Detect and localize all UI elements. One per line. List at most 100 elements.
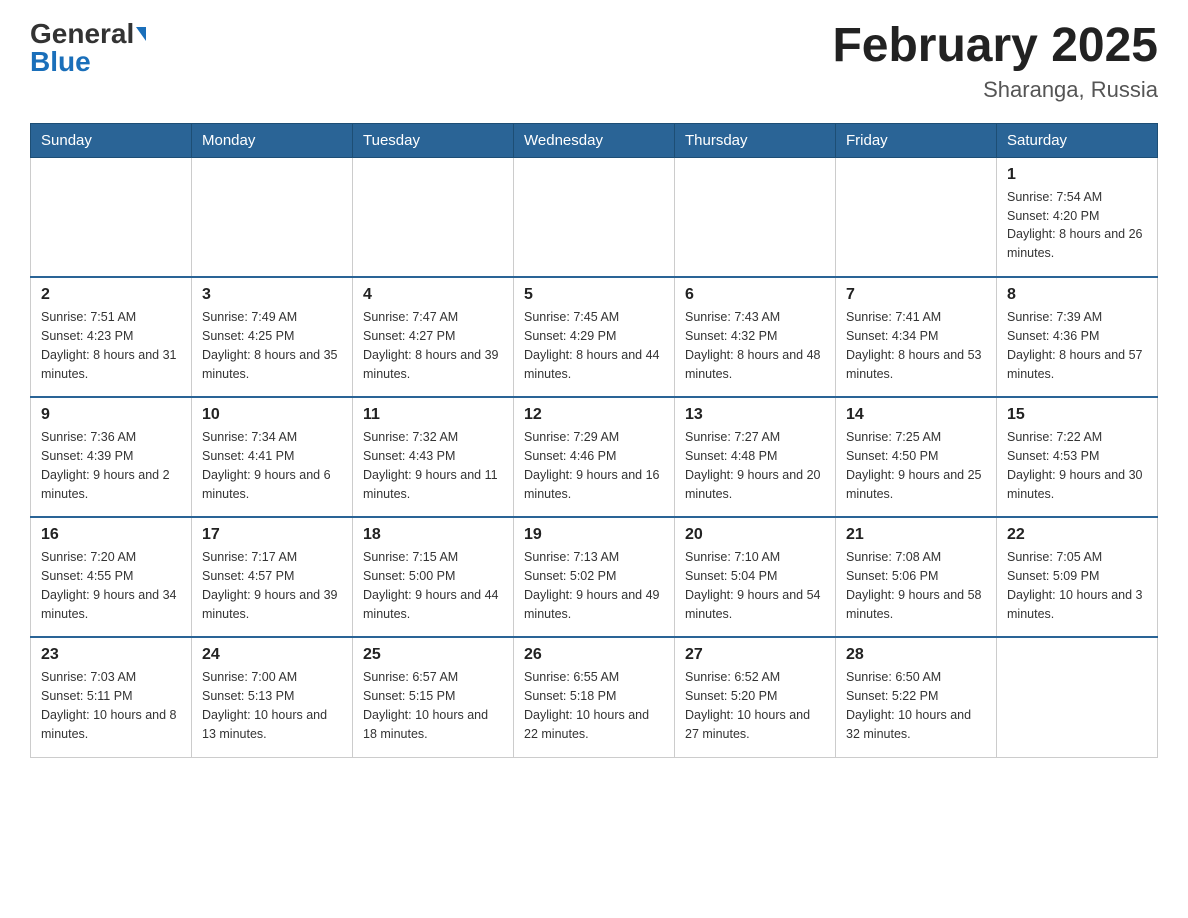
calendar-cell: 4 Sunrise: 7:47 AMSunset: 4:27 PMDaylight… [353, 277, 514, 397]
calendar-cell: 20Sunrise: 7:10 AMSunset: 5:04 PMDayligh… [675, 517, 836, 637]
calendar-cell: 17 Sunrise: 7:17 AMSunset: 4:57 PMDayligh… [192, 517, 353, 637]
day-number: 5 [524, 286, 664, 304]
day-info: Sunrise: 7:49 AMSunset: 4:25 PMDaylight:… [202, 308, 342, 383]
calendar-cell: 10 Sunrise: 7:34 AMSunset: 4:41 PMDayligh… [192, 397, 353, 517]
day-info: Sunrise: 7:43 AMSunset: 4:32 PMDaylight:… [685, 308, 825, 383]
day-info: Sunrise: 7:10 AMSunset: 5:04 PMDaylight:… [685, 548, 825, 623]
weekday-header-friday: Friday [836, 123, 997, 157]
day-info: Sunrise: 7:27 AMSunset: 4:48 PMDaylight:… [685, 428, 825, 503]
day-number: 14 [846, 406, 986, 424]
calendar-cell: 15 Sunrise: 7:22 AMSunset: 4:53 PMDayligh… [997, 397, 1158, 517]
day-number: 10 [202, 406, 342, 424]
location: Sharanga, Russia [832, 77, 1158, 103]
day-info: Sunrise: 7:51 AMSunset: 4:23 PMDaylight:… [41, 308, 181, 383]
calendar-week-row: 16Sunrise: 7:20 AMSunset: 4:55 PMDayligh… [31, 517, 1158, 637]
calendar-cell: 14 Sunrise: 7:25 AMSunset: 4:50 PMDayligh… [836, 397, 997, 517]
day-info: Sunrise: 7:45 AMSunset: 4:29 PMDaylight:… [524, 308, 664, 383]
day-number: 2 [41, 286, 181, 304]
day-info: Sunrise: 7:05 AMSunset: 5:09 PMDaylight:… [1007, 548, 1147, 623]
day-number: 6 [685, 286, 825, 304]
weekday-header-monday: Monday [192, 123, 353, 157]
day-info: Sunrise: 7:25 AMSunset: 4:50 PMDaylight:… [846, 428, 986, 503]
day-info: Sunrise: 7:17 AMSunset: 4:57 PMDaylight:… [202, 548, 342, 623]
title-section: February 2025 Sharanga, Russia [832, 20, 1158, 103]
month-title: February 2025 [832, 20, 1158, 73]
calendar-cell: 1 Sunrise: 7:54 AMSunset: 4:20 PMDaylight… [997, 157, 1158, 277]
weekday-header-thursday: Thursday [675, 123, 836, 157]
logo-arrow-icon [136, 27, 146, 41]
calendar-cell: 19Sunrise: 7:13 AMSunset: 5:02 PMDayligh… [514, 517, 675, 637]
day-number: 25 [363, 646, 503, 664]
day-number: 7 [846, 286, 986, 304]
logo: General Blue [30, 20, 146, 76]
weekday-header-sunday: Sunday [31, 123, 192, 157]
day-info: Sunrise: 7:54 AMSunset: 4:20 PMDaylight:… [1007, 188, 1147, 263]
calendar-cell [31, 157, 192, 277]
day-info: Sunrise: 7:15 AMSunset: 5:00 PMDaylight:… [363, 548, 503, 623]
calendar-header: SundayMondayTuesdayWednesdayThursdayFrid… [31, 123, 1158, 157]
calendar-cell [997, 637, 1158, 757]
day-info: Sunrise: 7:03 AMSunset: 5:11 PMDaylight:… [41, 668, 181, 743]
calendar-cell: 28 Sunrise: 6:50 AMSunset: 5:22 PMDayligh… [836, 637, 997, 757]
calendar-cell: 9 Sunrise: 7:36 AMSunset: 4:39 PMDaylight… [31, 397, 192, 517]
day-info: Sunrise: 6:57 AMSunset: 5:15 PMDaylight:… [363, 668, 503, 743]
day-number: 13 [685, 406, 825, 424]
calendar-cell: 21 Sunrise: 7:08 AMSunset: 5:06 PMDayligh… [836, 517, 997, 637]
day-number: 22 [1007, 526, 1147, 544]
day-number: 18 [363, 526, 503, 544]
calendar-cell: 24 Sunrise: 7:00 AMSunset: 5:13 PMDayligh… [192, 637, 353, 757]
calendar-cell [675, 157, 836, 277]
day-number: 1 [1007, 166, 1147, 184]
day-number: 28 [846, 646, 986, 664]
calendar-cell: 12Sunrise: 7:29 AMSunset: 4:46 PMDayligh… [514, 397, 675, 517]
day-number: 26 [524, 646, 664, 664]
calendar-cell: 26 Sunrise: 6:55 AMSunset: 5:18 PMDayligh… [514, 637, 675, 757]
calendar-cell [192, 157, 353, 277]
calendar-week-row: 1 Sunrise: 7:54 AMSunset: 4:20 PMDaylight… [31, 157, 1158, 277]
day-number: 24 [202, 646, 342, 664]
day-number: 8 [1007, 286, 1147, 304]
calendar-cell: 6 Sunrise: 7:43 AMSunset: 4:32 PMDaylight… [675, 277, 836, 397]
calendar-cell: 5 Sunrise: 7:45 AMSunset: 4:29 PMDaylight… [514, 277, 675, 397]
day-number: 23 [41, 646, 181, 664]
logo-general-text: General [30, 20, 134, 48]
day-info: Sunrise: 7:47 AMSunset: 4:27 PMDaylight:… [363, 308, 503, 383]
calendar-cell: 27Sunrise: 6:52 AMSunset: 5:20 PMDayligh… [675, 637, 836, 757]
day-info: Sunrise: 7:29 AMSunset: 4:46 PMDaylight:… [524, 428, 664, 503]
day-number: 4 [363, 286, 503, 304]
day-number: 15 [1007, 406, 1147, 424]
day-number: 21 [846, 526, 986, 544]
weekday-header-wednesday: Wednesday [514, 123, 675, 157]
calendar-cell: 16Sunrise: 7:20 AMSunset: 4:55 PMDayligh… [31, 517, 192, 637]
calendar-body: 1 Sunrise: 7:54 AMSunset: 4:20 PMDaylight… [31, 157, 1158, 757]
day-info: Sunrise: 7:13 AMSunset: 5:02 PMDaylight:… [524, 548, 664, 623]
calendar-cell: 22 Sunrise: 7:05 AMSunset: 5:09 PMDayligh… [997, 517, 1158, 637]
weekday-header-row: SundayMondayTuesdayWednesdayThursdayFrid… [31, 123, 1158, 157]
calendar-cell: 11 Sunrise: 7:32 AMSunset: 4:43 PMDayligh… [353, 397, 514, 517]
calendar-cell: 3Sunrise: 7:49 AMSunset: 4:25 PMDaylight… [192, 277, 353, 397]
calendar-week-row: 23 Sunrise: 7:03 AMSunset: 5:11 PMDayligh… [31, 637, 1158, 757]
calendar-week-row: 2 Sunrise: 7:51 AMSunset: 4:23 PMDaylight… [31, 277, 1158, 397]
day-info: Sunrise: 6:55 AMSunset: 5:18 PMDaylight:… [524, 668, 664, 743]
day-info: Sunrise: 7:08 AMSunset: 5:06 PMDaylight:… [846, 548, 986, 623]
day-number: 17 [202, 526, 342, 544]
calendar-cell: 25 Sunrise: 6:57 AMSunset: 5:15 PMDayligh… [353, 637, 514, 757]
logo-blue-text: Blue [30, 48, 91, 76]
calendar-week-row: 9 Sunrise: 7:36 AMSunset: 4:39 PMDaylight… [31, 397, 1158, 517]
day-info: Sunrise: 7:32 AMSunset: 4:43 PMDaylight:… [363, 428, 503, 503]
day-info: Sunrise: 7:36 AMSunset: 4:39 PMDaylight:… [41, 428, 181, 503]
day-number: 11 [363, 406, 503, 424]
calendar-table: SundayMondayTuesdayWednesdayThursdayFrid… [30, 123, 1158, 758]
weekday-header-saturday: Saturday [997, 123, 1158, 157]
day-info: Sunrise: 6:50 AMSunset: 5:22 PMDaylight:… [846, 668, 986, 743]
day-number: 9 [41, 406, 181, 424]
day-number: 16 [41, 526, 181, 544]
page-header: General Blue February 2025 Sharanga, Rus… [30, 20, 1158, 103]
day-info: Sunrise: 6:52 AMSunset: 5:20 PMDaylight:… [685, 668, 825, 743]
calendar-cell [836, 157, 997, 277]
day-info: Sunrise: 7:00 AMSunset: 5:13 PMDaylight:… [202, 668, 342, 743]
day-info: Sunrise: 7:34 AMSunset: 4:41 PMDaylight:… [202, 428, 342, 503]
calendar-cell [353, 157, 514, 277]
day-info: Sunrise: 7:22 AMSunset: 4:53 PMDaylight:… [1007, 428, 1147, 503]
calendar-cell: 13 Sunrise: 7:27 AMSunset: 4:48 PMDayligh… [675, 397, 836, 517]
